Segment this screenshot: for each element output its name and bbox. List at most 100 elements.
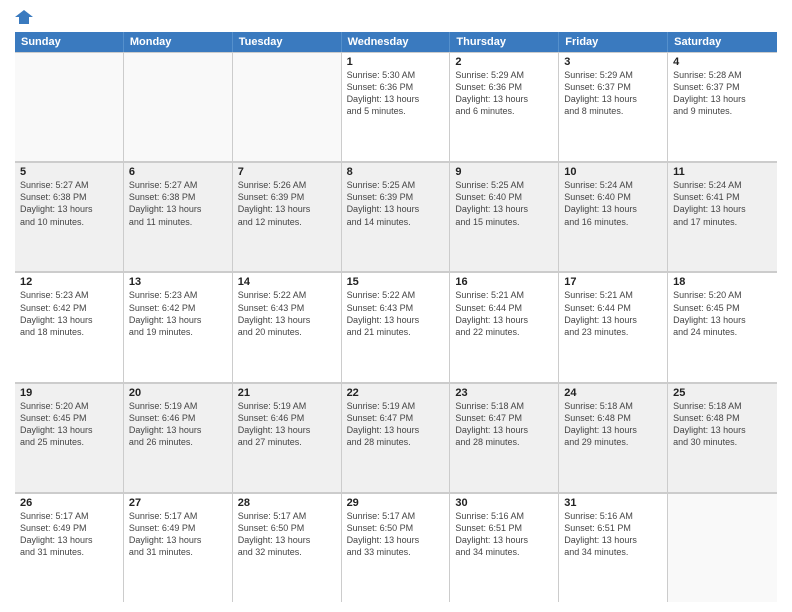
day-cell-18: 18Sunrise: 5:20 AM Sunset: 6:45 PM Dayli…: [668, 272, 777, 381]
day-info: Sunrise: 5:29 AM Sunset: 6:37 PM Dayligh…: [564, 69, 662, 118]
day-number: 27: [129, 497, 227, 509]
day-header-saturday: Saturday: [668, 32, 777, 52]
day-number: 28: [238, 497, 336, 509]
day-cell-15: 15Sunrise: 5:22 AM Sunset: 6:43 PM Dayli…: [342, 272, 451, 381]
day-header-monday: Monday: [124, 32, 233, 52]
day-cell-30: 30Sunrise: 5:16 AM Sunset: 6:51 PM Dayli…: [450, 493, 559, 602]
day-cell-10: 10Sunrise: 5:24 AM Sunset: 6:40 PM Dayli…: [559, 162, 668, 271]
logo-icon: [15, 10, 33, 24]
day-info: Sunrise: 5:25 AM Sunset: 6:40 PM Dayligh…: [455, 179, 553, 228]
day-number: 17: [564, 276, 662, 288]
day-number: 29: [347, 497, 445, 509]
day-header-tuesday: Tuesday: [233, 32, 342, 52]
day-cell-27: 27Sunrise: 5:17 AM Sunset: 6:49 PM Dayli…: [124, 493, 233, 602]
day-cell-29: 29Sunrise: 5:17 AM Sunset: 6:50 PM Dayli…: [342, 493, 451, 602]
empty-cell: [668, 493, 777, 602]
day-number: 21: [238, 387, 336, 399]
day-cell-3: 3Sunrise: 5:29 AM Sunset: 6:37 PM Daylig…: [559, 52, 668, 161]
day-cell-9: 9Sunrise: 5:25 AM Sunset: 6:40 PM Daylig…: [450, 162, 559, 271]
day-info: Sunrise: 5:16 AM Sunset: 6:51 PM Dayligh…: [455, 510, 553, 559]
day-number: 23: [455, 387, 553, 399]
calendar-body: 1Sunrise: 5:30 AM Sunset: 6:36 PM Daylig…: [15, 52, 777, 602]
day-header-thursday: Thursday: [450, 32, 559, 52]
day-info: Sunrise: 5:20 AM Sunset: 6:45 PM Dayligh…: [20, 400, 118, 449]
day-info: Sunrise: 5:25 AM Sunset: 6:39 PM Dayligh…: [347, 179, 445, 228]
day-info: Sunrise: 5:18 AM Sunset: 6:48 PM Dayligh…: [673, 400, 772, 449]
day-cell-6: 6Sunrise: 5:27 AM Sunset: 6:38 PM Daylig…: [124, 162, 233, 271]
day-cell-16: 16Sunrise: 5:21 AM Sunset: 6:44 PM Dayli…: [450, 272, 559, 381]
day-info: Sunrise: 5:26 AM Sunset: 6:39 PM Dayligh…: [238, 179, 336, 228]
day-info: Sunrise: 5:22 AM Sunset: 6:43 PM Dayligh…: [347, 289, 445, 338]
day-cell-31: 31Sunrise: 5:16 AM Sunset: 6:51 PM Dayli…: [559, 493, 668, 602]
day-info: Sunrise: 5:17 AM Sunset: 6:50 PM Dayligh…: [347, 510, 445, 559]
day-cell-19: 19Sunrise: 5:20 AM Sunset: 6:45 PM Dayli…: [15, 383, 124, 492]
day-header-wednesday: Wednesday: [342, 32, 451, 52]
day-number: 3: [564, 56, 662, 68]
day-info: Sunrise: 5:17 AM Sunset: 6:49 PM Dayligh…: [129, 510, 227, 559]
header: [15, 10, 777, 24]
day-info: Sunrise: 5:18 AM Sunset: 6:48 PM Dayligh…: [564, 400, 662, 449]
day-info: Sunrise: 5:27 AM Sunset: 6:38 PM Dayligh…: [20, 179, 118, 228]
day-number: 26: [20, 497, 118, 509]
day-number: 12: [20, 276, 118, 288]
day-number: 11: [673, 166, 772, 178]
day-number: 14: [238, 276, 336, 288]
calendar: SundayMondayTuesdayWednesdayThursdayFrid…: [15, 32, 777, 602]
day-cell-1: 1Sunrise: 5:30 AM Sunset: 6:36 PM Daylig…: [342, 52, 451, 161]
day-cell-25: 25Sunrise: 5:18 AM Sunset: 6:48 PM Dayli…: [668, 383, 777, 492]
day-cell-14: 14Sunrise: 5:22 AM Sunset: 6:43 PM Dayli…: [233, 272, 342, 381]
day-cell-7: 7Sunrise: 5:26 AM Sunset: 6:39 PM Daylig…: [233, 162, 342, 271]
day-cell-24: 24Sunrise: 5:18 AM Sunset: 6:48 PM Dayli…: [559, 383, 668, 492]
day-info: Sunrise: 5:27 AM Sunset: 6:38 PM Dayligh…: [129, 179, 227, 228]
day-info: Sunrise: 5:19 AM Sunset: 6:46 PM Dayligh…: [238, 400, 336, 449]
day-number: 31: [564, 497, 662, 509]
day-cell-13: 13Sunrise: 5:23 AM Sunset: 6:42 PM Dayli…: [124, 272, 233, 381]
day-info: Sunrise: 5:30 AM Sunset: 6:36 PM Dayligh…: [347, 69, 445, 118]
day-number: 22: [347, 387, 445, 399]
day-cell-26: 26Sunrise: 5:17 AM Sunset: 6:49 PM Dayli…: [15, 493, 124, 602]
calendar-row-1: 1Sunrise: 5:30 AM Sunset: 6:36 PM Daylig…: [15, 52, 777, 162]
day-cell-17: 17Sunrise: 5:21 AM Sunset: 6:44 PM Dayli…: [559, 272, 668, 381]
day-cell-5: 5Sunrise: 5:27 AM Sunset: 6:38 PM Daylig…: [15, 162, 124, 271]
day-info: Sunrise: 5:18 AM Sunset: 6:47 PM Dayligh…: [455, 400, 553, 449]
day-number: 9: [455, 166, 553, 178]
day-cell-8: 8Sunrise: 5:25 AM Sunset: 6:39 PM Daylig…: [342, 162, 451, 271]
day-number: 4: [673, 56, 772, 68]
day-number: 10: [564, 166, 662, 178]
day-number: 16: [455, 276, 553, 288]
day-cell-2: 2Sunrise: 5:29 AM Sunset: 6:36 PM Daylig…: [450, 52, 559, 161]
day-number: 6: [129, 166, 227, 178]
day-header-friday: Friday: [559, 32, 668, 52]
day-number: 1: [347, 56, 445, 68]
day-info: Sunrise: 5:16 AM Sunset: 6:51 PM Dayligh…: [564, 510, 662, 559]
day-info: Sunrise: 5:23 AM Sunset: 6:42 PM Dayligh…: [129, 289, 227, 338]
day-number: 7: [238, 166, 336, 178]
day-info: Sunrise: 5:24 AM Sunset: 6:41 PM Dayligh…: [673, 179, 772, 228]
day-cell-21: 21Sunrise: 5:19 AM Sunset: 6:46 PM Dayli…: [233, 383, 342, 492]
day-cell-12: 12Sunrise: 5:23 AM Sunset: 6:42 PM Dayli…: [15, 272, 124, 381]
day-number: 19: [20, 387, 118, 399]
day-info: Sunrise: 5:21 AM Sunset: 6:44 PM Dayligh…: [455, 289, 553, 338]
day-info: Sunrise: 5:24 AM Sunset: 6:40 PM Dayligh…: [564, 179, 662, 228]
day-cell-4: 4Sunrise: 5:28 AM Sunset: 6:37 PM Daylig…: [668, 52, 777, 161]
day-cell-11: 11Sunrise: 5:24 AM Sunset: 6:41 PM Dayli…: [668, 162, 777, 271]
day-number: 8: [347, 166, 445, 178]
calendar-row-5: 26 Sunrise: 5:17 AM Sunset: 6:49 PM Dayli…: [15, 493, 777, 602]
empty-cell: [15, 52, 124, 161]
day-info: Sunrise: 5:22 AM Sunset: 6:43 PM Dayligh…: [238, 289, 336, 338]
logo: [15, 10, 35, 24]
calendar-row-3: 12 Sunrise: 5:23 AM Sunset: 6:42 PM Dayli…: [15, 272, 777, 382]
calendar-row-4: 19Sunrise: 5:20 AM Sunset: 6:45 PM Dayli…: [15, 383, 777, 493]
calendar-header: SundayMondayTuesdayWednesdayThursdayFrid…: [15, 32, 777, 52]
day-cell-22: 22Sunrise: 5:19 AM Sunset: 6:47 PM Dayli…: [342, 383, 451, 492]
day-info: Sunrise: 5:19 AM Sunset: 6:46 PM Dayligh…: [129, 400, 227, 449]
page: SundayMondayTuesdayWednesdayThursdayFrid…: [0, 0, 792, 612]
day-number: 5: [20, 166, 118, 178]
day-cell-20: 20Sunrise: 5:19 AM Sunset: 6:46 PM Dayli…: [124, 383, 233, 492]
day-info: Sunrise: 5:20 AM Sunset: 6:45 PM Dayligh…: [673, 289, 772, 338]
day-number: 20: [129, 387, 227, 399]
day-cell-28: 28Sunrise: 5:17 AM Sunset: 6:50 PM Dayli…: [233, 493, 342, 602]
empty-cell: [124, 52, 233, 161]
day-cell-23: 23Sunrise: 5:18 AM Sunset: 6:47 PM Dayli…: [450, 383, 559, 492]
empty-cell: [233, 52, 342, 161]
